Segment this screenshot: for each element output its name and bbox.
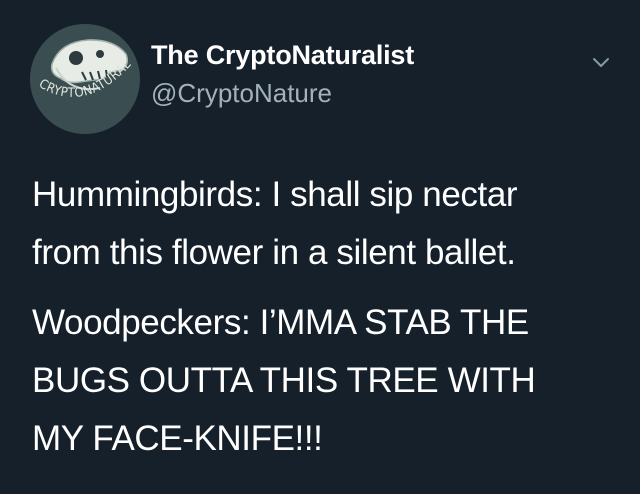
avatar[interactable]: CRYPTONATURALIST — [30, 24, 140, 134]
tweet-card: CRYPTONATURALIST The CryptoNaturalist @C… — [0, 0, 640, 494]
tweet-line: from this flower in a silent ballet. — [32, 233, 516, 272]
chevron-down-icon[interactable] — [590, 54, 612, 70]
tweet-line: Hummingbirds: I shall sip nectar — [32, 175, 518, 214]
tweet-line: Woodpeckers: I’MMA STAB THE — [32, 303, 529, 342]
tweet-paragraph: Woodpeckers: I’MMA STAB THE BUGS OUTTA T… — [32, 294, 622, 468]
tweet-line: BUGS OUTTA THIS TREE WITH — [32, 361, 536, 400]
author-display-name[interactable]: The CryptoNaturalist — [151, 40, 414, 71]
tweet-line: MY FACE-KNIFE!!! — [32, 419, 323, 458]
tweet-text: Hummingbirds: I shall sip nectar from th… — [32, 166, 622, 468]
author-handle[interactable]: @CryptoNature — [151, 78, 332, 109]
tweet-paragraph: Hummingbirds: I shall sip nectar from th… — [32, 166, 622, 282]
skull-logo-icon: CRYPTONATURALIST — [30, 24, 140, 134]
